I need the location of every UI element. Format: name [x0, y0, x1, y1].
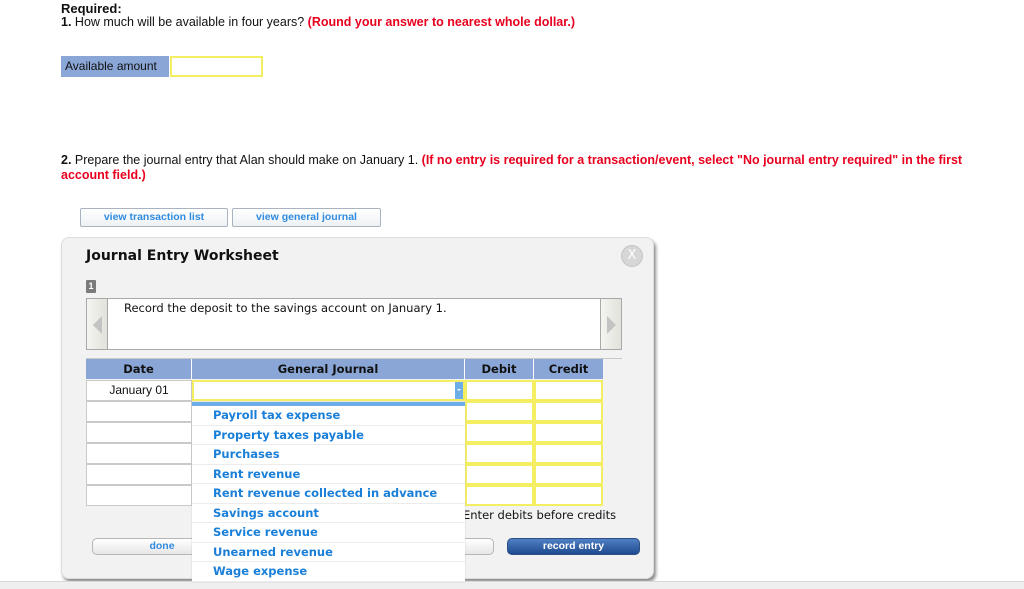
- question-1-text: How much will be available in four years…: [71, 15, 308, 29]
- chevron-right-icon: [607, 316, 616, 334]
- debit-input[interactable]: [465, 464, 534, 485]
- debit-input[interactable]: [465, 422, 534, 443]
- debit-input[interactable]: [465, 401, 534, 422]
- dropdown-option[interactable]: Purchases: [192, 445, 465, 465]
- dropdown-option[interactable]: Savings account: [192, 504, 465, 523]
- view-general-journal-button[interactable]: view general journal: [232, 208, 381, 227]
- question-1-note: (Round your answer to nearest whole doll…: [307, 15, 576, 29]
- account-dropdown-list: Payroll tax expense Property taxes payab…: [192, 402, 465, 582]
- question-1-number: 1.: [61, 15, 72, 29]
- dropdown-option[interactable]: Unearned revenue: [192, 543, 465, 562]
- date-cell: January 01: [86, 380, 192, 401]
- account-select[interactable]: [192, 380, 465, 401]
- available-amount-label: Available amount: [61, 56, 169, 77]
- dropdown-option[interactable]: Rent revenue collected in advance: [192, 484, 465, 504]
- entry-hint: Enter debits before credits: [463, 508, 617, 522]
- credit-input[interactable]: [534, 422, 603, 443]
- transaction-description: Record the deposit to the savings accoun…: [124, 301, 447, 315]
- chevron-down-icon[interactable]: [455, 382, 463, 399]
- column-header-credit: Credit: [534, 359, 603, 379]
- credit-input[interactable]: [534, 401, 603, 422]
- credit-input[interactable]: [534, 380, 603, 401]
- date-cell: [86, 443, 192, 464]
- record-entry-button[interactable]: record entry: [507, 538, 640, 555]
- view-transaction-list-button[interactable]: view transaction list: [80, 208, 228, 227]
- column-header-date: Date: [86, 359, 192, 379]
- dropdown-option[interactable]: Service revenue: [192, 523, 465, 543]
- credit-input[interactable]: [534, 443, 603, 464]
- close-icon[interactable]: X: [621, 245, 643, 267]
- dropdown-option[interactable]: Wage expense: [192, 562, 465, 582]
- date-cell: [86, 401, 192, 422]
- question-2: 2. Prepare the journal entry that Alan s…: [61, 153, 1011, 183]
- dropdown-option[interactable]: Payroll tax expense: [192, 406, 465, 426]
- dropdown-option[interactable]: Rent revenue: [192, 465, 465, 484]
- debit-input[interactable]: [465, 443, 534, 464]
- column-header-general-journal: General Journal: [192, 359, 465, 379]
- worksheet-title: Journal Entry Worksheet: [86, 248, 279, 264]
- question-2-text: Prepare the journal entry that Alan shou…: [71, 153, 422, 167]
- chevron-left-icon: [93, 316, 102, 334]
- dropdown-option[interactable]: Property taxes payable: [192, 426, 465, 445]
- journal-entry-worksheet: Journal Entry Worksheet X 1 Record the d…: [61, 237, 654, 582]
- column-header-debit: Debit: [465, 359, 534, 379]
- previous-button[interactable]: [86, 298, 108, 350]
- step-badge: 1: [86, 280, 96, 293]
- question-2-number: 2.: [61, 153, 72, 167]
- credit-input[interactable]: [534, 464, 603, 485]
- next-button[interactable]: [600, 298, 622, 350]
- credit-input[interactable]: [534, 485, 603, 506]
- date-cell: [86, 422, 192, 443]
- date-cell: [86, 485, 192, 506]
- debit-input[interactable]: [465, 380, 534, 401]
- question-1: 1. How much will be available in four ye…: [61, 15, 575, 29]
- available-amount-input[interactable]: [170, 56, 263, 77]
- required-heading: Required:: [61, 1, 122, 16]
- date-cell: [86, 464, 192, 485]
- debit-input[interactable]: [465, 485, 534, 506]
